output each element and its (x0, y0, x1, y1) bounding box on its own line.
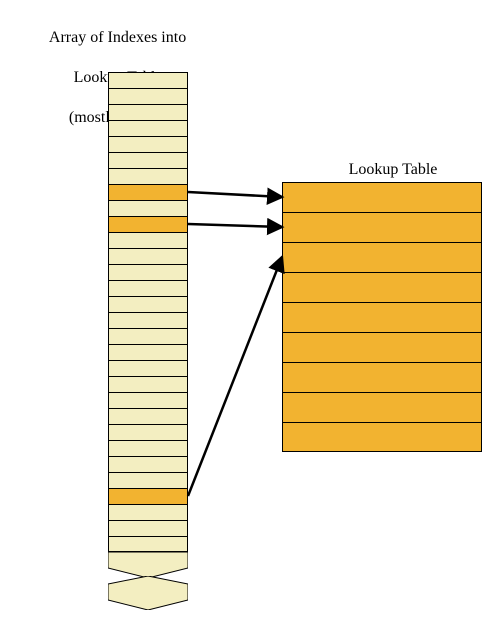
arrow-icon (188, 192, 282, 197)
arrow-icon (188, 257, 282, 496)
arrow-icon (188, 224, 282, 227)
diagram-canvas: Array of Indexes into Lookup Table (most… (0, 0, 500, 617)
pointer-arrows (0, 0, 500, 617)
